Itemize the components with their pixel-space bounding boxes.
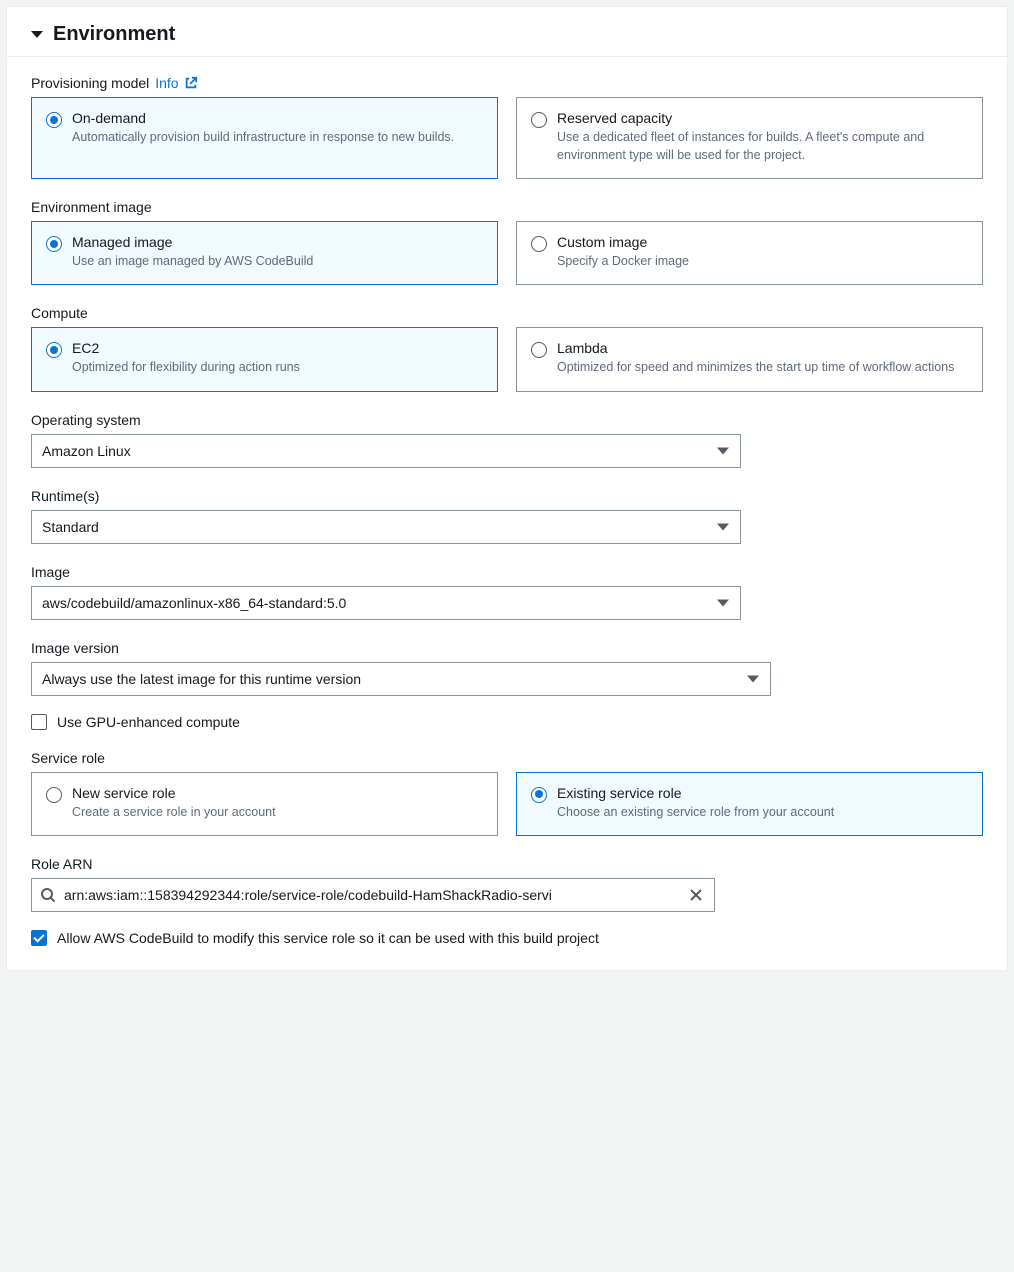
image-version-select-value: Always use the latest image for this run… xyxy=(42,671,361,687)
radio-icon xyxy=(46,787,62,803)
caret-down-icon xyxy=(31,31,43,38)
environment-image-options: Managed image Use an image managed by AW… xyxy=(31,221,983,285)
allow-modify-label: Allow AWS CodeBuild to modify this servi… xyxy=(57,930,599,946)
tile-custom-image[interactable]: Custom image Specify a Docker image xyxy=(516,221,983,285)
provisioning-model-label-text: Provisioning model xyxy=(31,75,149,91)
radio-icon xyxy=(46,342,62,358)
service-role-options: New service role Create a service role i… xyxy=(31,772,983,836)
tile-on-demand[interactable]: On-demand Automatically provision build … xyxy=(31,97,498,179)
search-icon xyxy=(40,887,56,903)
provisioning-options: On-demand Automatically provision build … xyxy=(31,97,983,179)
image-version-label: Image version xyxy=(31,640,983,656)
tile-ec2[interactable]: EC2 Optimized for flexibility during act… xyxy=(31,327,498,391)
info-link-text: Info xyxy=(155,75,178,91)
chevron-down-icon xyxy=(717,599,729,606)
radio-icon xyxy=(46,112,62,128)
tile-title: On-demand xyxy=(72,110,483,126)
role-arn-input[interactable] xyxy=(64,887,678,903)
tile-desc: Use an image managed by AWS CodeBuild xyxy=(72,252,483,270)
close-icon xyxy=(688,887,704,903)
external-link-icon xyxy=(184,76,198,90)
tile-desc: Specify a Docker image xyxy=(557,252,968,270)
role-arn-label: Role ARN xyxy=(31,856,983,872)
tile-title: Managed image xyxy=(72,234,483,250)
checkbox-icon xyxy=(31,714,47,730)
chevron-down-icon xyxy=(717,447,729,454)
os-label: Operating system xyxy=(31,412,983,428)
compute-label: Compute xyxy=(31,305,983,321)
radio-icon xyxy=(531,236,547,252)
role-arn-input-wrap xyxy=(31,878,715,912)
tile-desc: Choose an existing service role from you… xyxy=(557,803,968,821)
tile-desc: Use a dedicated fleet of instances for b… xyxy=(557,128,968,164)
chevron-down-icon xyxy=(747,675,759,682)
runtime-label: Runtime(s) xyxy=(31,488,983,504)
tile-title: Existing service role xyxy=(557,785,968,801)
tile-title: Lambda xyxy=(557,340,968,356)
clear-button[interactable] xyxy=(686,885,706,905)
tile-desc: Optimized for speed and minimizes the st… xyxy=(557,358,968,376)
runtime-select-value: Standard xyxy=(42,519,99,535)
tile-new-service-role[interactable]: New service role Create a service role i… xyxy=(31,772,498,836)
tile-desc: Automatically provision build infrastruc… xyxy=(72,128,483,146)
panel-body: Provisioning model Info On-demand Automa… xyxy=(7,57,1007,970)
tile-existing-service-role[interactable]: Existing service role Choose an existing… xyxy=(516,772,983,836)
radio-icon xyxy=(531,342,547,358)
tile-title: Reserved capacity xyxy=(557,110,968,126)
environment-panel: Environment Provisioning model Info On-d… xyxy=(6,6,1008,971)
tile-desc: Optimized for flexibility during action … xyxy=(72,358,483,376)
tile-managed-image[interactable]: Managed image Use an image managed by AW… xyxy=(31,221,498,285)
tile-title: Custom image xyxy=(557,234,968,250)
provisioning-model-label: Provisioning model Info xyxy=(31,75,983,91)
service-role-label: Service role xyxy=(31,750,983,766)
image-select-value: aws/codebuild/amazonlinux-x86_64-standar… xyxy=(42,595,346,611)
allow-modify-checkbox-row[interactable]: Allow AWS CodeBuild to modify this servi… xyxy=(31,930,983,946)
checkbox-icon xyxy=(31,930,47,946)
tile-title: EC2 xyxy=(72,340,483,356)
panel-header[interactable]: Environment xyxy=(7,7,1007,57)
chevron-down-icon xyxy=(717,523,729,530)
gpu-checkbox-label: Use GPU-enhanced compute xyxy=(57,714,240,730)
tile-desc: Create a service role in your account xyxy=(72,803,483,821)
os-select[interactable]: Amazon Linux xyxy=(31,434,741,468)
radio-icon xyxy=(531,112,547,128)
tile-title: New service role xyxy=(72,785,483,801)
tile-reserved-capacity[interactable]: Reserved capacity Use a dedicated fleet … xyxy=(516,97,983,179)
section-title: Environment xyxy=(53,23,175,46)
os-select-value: Amazon Linux xyxy=(42,443,131,459)
runtime-select[interactable]: Standard xyxy=(31,510,741,544)
environment-image-label: Environment image xyxy=(31,199,983,215)
gpu-checkbox-row[interactable]: Use GPU-enhanced compute xyxy=(31,714,983,730)
info-link[interactable]: Info xyxy=(155,75,198,91)
image-select[interactable]: aws/codebuild/amazonlinux-x86_64-standar… xyxy=(31,586,741,620)
compute-options: EC2 Optimized for flexibility during act… xyxy=(31,327,983,391)
image-version-select[interactable]: Always use the latest image for this run… xyxy=(31,662,771,696)
image-label: Image xyxy=(31,564,983,580)
radio-icon xyxy=(531,787,547,803)
tile-lambda[interactable]: Lambda Optimized for speed and minimizes… xyxy=(516,327,983,391)
radio-icon xyxy=(46,236,62,252)
